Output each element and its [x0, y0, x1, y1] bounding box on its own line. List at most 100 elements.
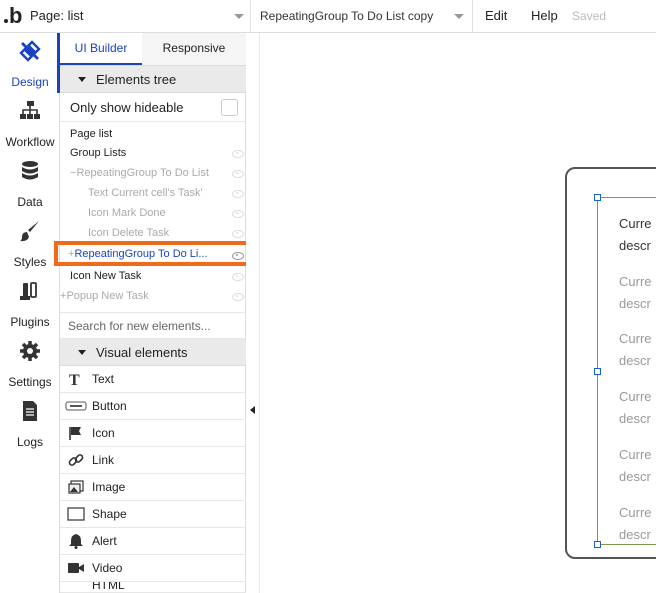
eye-icon[interactable] — [232, 189, 244, 198]
panel-tabs: UI Builder Responsive — [60, 33, 246, 66]
ve-alert[interactable]: Alert — [60, 528, 246, 555]
database-icon — [22, 161, 38, 180]
tree-item-icon-mark-done[interactable]: Icon Mark Done — [88, 204, 166, 222]
nav-plugins[interactable]: Plugins — [0, 273, 60, 333]
link-icon — [68, 454, 84, 466]
tree-item-rg-todo[interactable]: −RepeatingGroup To Do List — [70, 164, 209, 182]
nav-workflow[interactable]: Workflow — [0, 93, 60, 153]
panel-splitter[interactable] — [246, 33, 260, 593]
resize-handle[interactable] — [594, 541, 601, 548]
tree-item-label: Popup New Task — [66, 290, 149, 302]
chevron-down-icon — [454, 14, 464, 19]
element-search-input[interactable] — [68, 317, 238, 335]
ve-button[interactable]: Button — [60, 393, 246, 420]
ve-link[interactable]: Link — [60, 447, 246, 474]
image-icon — [68, 480, 84, 494]
eye-icon[interactable] — [232, 251, 244, 260]
page-selector-label: Page: list — [30, 8, 84, 23]
ve-label: Video — [92, 561, 123, 575]
left-nav: Design Workflow Data Styles Plugins Sett… — [0, 33, 60, 593]
ve-label: Link — [92, 453, 115, 467]
builder-panel: UI Builder Responsive Elements tree Only… — [54, 33, 256, 593]
cell-text-row[interactable]: Curre descr — [619, 386, 656, 430]
tree-item-page[interactable]: Page list — [70, 125, 112, 143]
nav-settings[interactable]: Settings — [0, 333, 60, 393]
eye-icon[interactable] — [232, 209, 244, 218]
ve-shape[interactable]: Shape — [60, 501, 246, 528]
svg-text:T: T — [69, 372, 80, 387]
tree-item-label: RepeatingGroup To Do List — [76, 167, 209, 179]
eye-icon[interactable] — [232, 149, 244, 158]
tab-responsive[interactable]: Responsive — [142, 33, 246, 65]
resize-handle[interactable] — [594, 194, 601, 201]
tree-item-popup-new-task[interactable]: +Popup New Task — [60, 287, 149, 305]
cell-text-line: Curre — [619, 389, 652, 404]
nav-styles[interactable]: Styles — [0, 213, 60, 273]
cell-text-row[interactable]: Curre descr — [619, 271, 656, 315]
cell-text-line: Curre — [619, 447, 652, 462]
ve-label: Icon — [92, 426, 115, 440]
element-selector[interactable]: RepeatingGroup To Do List copy — [260, 0, 470, 32]
only-show-hideable-checkbox[interactable] — [221, 99, 238, 116]
triangle-down-icon — [78, 350, 86, 355]
nav-design-label: Design — [11, 75, 49, 89]
cell-text-line: descr — [619, 469, 651, 484]
shape-icon — [67, 507, 85, 521]
ve-image[interactable]: Image — [60, 474, 246, 501]
eye-icon[interactable] — [232, 169, 244, 178]
cell-text-row[interactable]: Curre descr — [619, 328, 656, 372]
ve-icon[interactable]: Icon — [60, 420, 246, 447]
collapse-left-icon[interactable] — [250, 406, 255, 414]
cell-text-line: Curre — [619, 331, 652, 346]
design-icon — [19, 40, 41, 62]
ve-label: Shape — [92, 507, 127, 521]
plugin-icon — [20, 282, 37, 300]
eye-icon[interactable] — [232, 229, 244, 238]
ve-label: Button — [92, 399, 127, 413]
cell-text-row[interactable]: Curre descr — [619, 213, 656, 257]
nav-design[interactable]: Design — [0, 33, 60, 93]
ve-html[interactable]: HTML — [60, 582, 246, 593]
menu-edit[interactable]: Edit — [485, 0, 507, 32]
document-icon — [23, 401, 37, 421]
ve-label: Image — [92, 480, 126, 494]
tree-item-rg-copy-selected[interactable]: +RepeatingGroup To Do Li... — [68, 245, 208, 263]
resize-handle[interactable] — [594, 368, 601, 375]
divider — [250, 0, 251, 32]
tree-item-group-lists[interactable]: Group Lists — [70, 144, 126, 162]
nav-logs[interactable]: Logs — [0, 393, 60, 453]
tree-item-text-task[interactable]: Text Current cell's Task' — [88, 184, 203, 202]
eye-icon[interactable] — [232, 292, 244, 301]
only-show-hideable-label: Only show hideable — [70, 100, 184, 115]
tree-item-icon-new-task[interactable]: Icon New Task — [70, 267, 141, 285]
tree-item-icon-delete[interactable]: Icon Delete Task — [88, 224, 169, 242]
ve-video[interactable]: Video — [60, 555, 246, 582]
ve-text[interactable]: T Text — [60, 366, 246, 393]
nav-data[interactable]: Data — [0, 153, 60, 213]
eye-icon[interactable] — [232, 272, 244, 281]
editor-canvas[interactable]: Curre descr Curre descr Curre descr Curr… — [261, 33, 656, 593]
bubble-logo[interactable]: b — [4, 3, 24, 29]
text-icon: T — [69, 372, 80, 387]
nav-data-label: Data — [17, 195, 43, 209]
top-bar: b Page: list RepeatingGroup To Do List c… — [0, 0, 656, 33]
ve-label: Alert — [92, 534, 117, 548]
cell-text-line: Curre — [619, 505, 652, 520]
cell-text-line: descr — [619, 527, 651, 542]
save-status: Saved — [572, 9, 607, 23]
visual-elements-header[interactable]: Visual elements — [60, 339, 246, 366]
menu-help[interactable]: Help — [531, 0, 558, 32]
element-search-row — [60, 312, 246, 339]
ve-label: HTML — [92, 582, 125, 592]
video-icon — [68, 563, 84, 573]
cell-text-line: descr — [619, 353, 651, 368]
nav-settings-label: Settings — [8, 375, 52, 389]
brush-icon — [20, 221, 39, 242]
tab-ui-builder[interactable]: UI Builder — [60, 33, 142, 65]
cell-text-line: Curre — [619, 274, 652, 289]
page-selector[interactable]: Page: list — [30, 0, 250, 32]
cell-text-row[interactable]: Curre descr — [619, 502, 656, 546]
workflow-icon — [20, 101, 40, 119]
elements-tree-header[interactable]: Elements tree — [60, 66, 246, 93]
cell-text-row[interactable]: Curre descr — [619, 444, 656, 488]
